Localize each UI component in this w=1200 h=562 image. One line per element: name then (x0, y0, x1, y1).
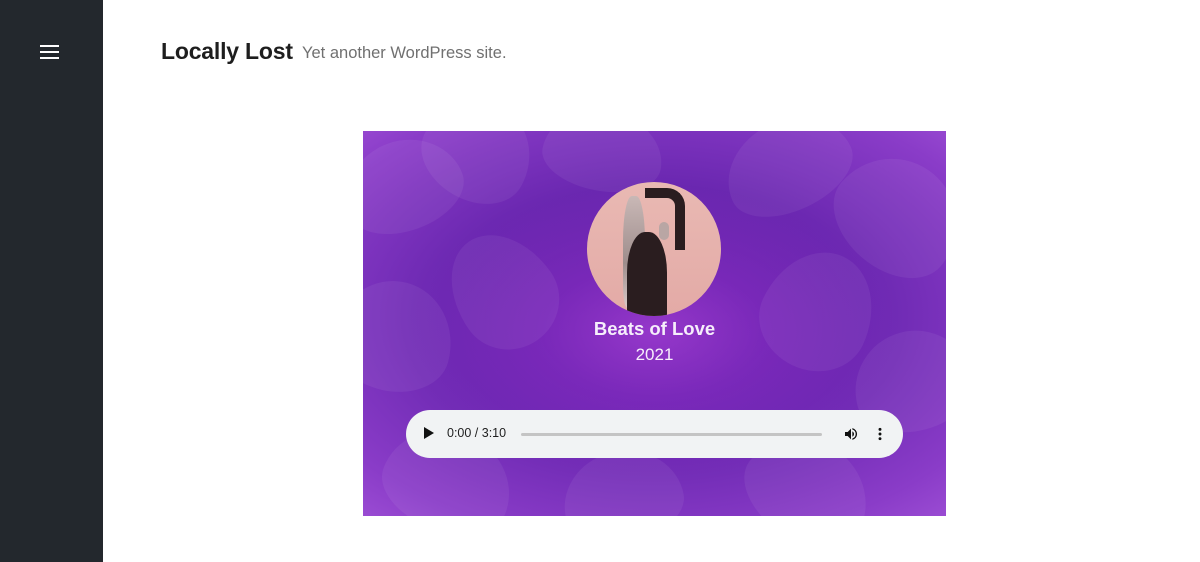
song-title: Beats of Love (593, 318, 716, 339)
menu-bar (40, 51, 59, 53)
volume-icon[interactable] (843, 426, 859, 442)
hamburger-menu-icon[interactable] (40, 44, 60, 60)
audio-player: 0:00 / 3:10 (406, 410, 903, 458)
site-tagline: Yet another WordPress site. (302, 44, 507, 62)
artwork-figure-arm (645, 188, 685, 250)
progress-slider[interactable] (521, 433, 822, 436)
album-cover-image (587, 182, 721, 316)
song-year: 2021 (635, 345, 674, 364)
play-icon[interactable] (424, 427, 434, 439)
album-card: Beats of Love 2021 0:00 / 3:10 (363, 131, 946, 516)
time-display: 0:00 / 3:10 (447, 426, 507, 440)
site-title-link[interactable]: Locally Lost (161, 38, 293, 65)
menu-bar (40, 45, 59, 47)
sidebar (0, 0, 103, 562)
artwork-microphone (659, 222, 669, 240)
more-options-icon[interactable] (872, 426, 888, 442)
menu-bar (40, 57, 59, 59)
